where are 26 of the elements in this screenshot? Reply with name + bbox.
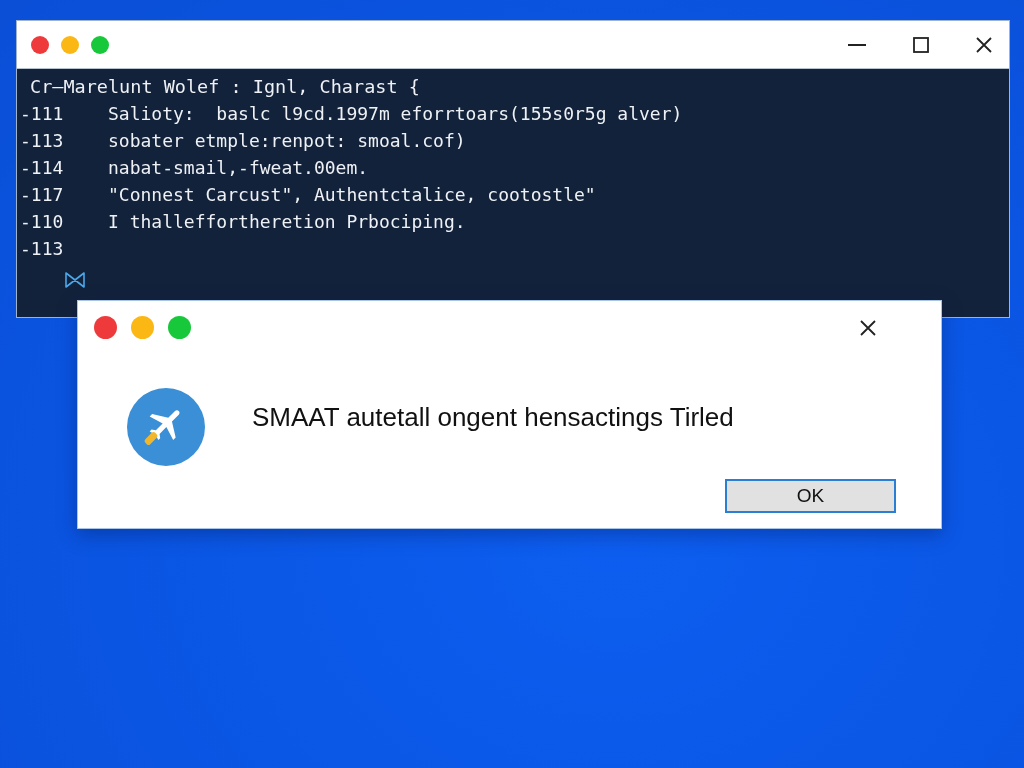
line-number: -113	[20, 129, 65, 153]
line-number: -111	[20, 102, 65, 126]
line-number: -117	[20, 183, 65, 207]
line-number: -113	[20, 237, 65, 261]
code-line: I thalleffortheretion Prbociping.	[108, 210, 466, 234]
code-line: nabat-smail,-fweat.00em.	[108, 156, 369, 180]
line-number: -114	[20, 156, 65, 180]
close-dot-icon[interactable]	[31, 35, 49, 54]
line-number: -110	[20, 210, 65, 234]
close-icon[interactable]	[860, 319, 876, 336]
bowtie-icon	[65, 272, 85, 288]
minimize-dot-icon[interactable]	[131, 316, 154, 339]
zoom-dot-icon[interactable]	[91, 35, 109, 54]
ok-button[interactable]: OK	[725, 479, 896, 513]
zoom-dot-icon[interactable]	[168, 316, 191, 339]
code-line: Salioty: baslc l9cd.1997m eforrtoars(155s0r5g alver)	[108, 102, 683, 126]
minimize-dot-icon[interactable]	[61, 35, 79, 54]
close-icon[interactable]	[976, 36, 992, 53]
minimize-icon[interactable]	[848, 43, 866, 46]
code-line: Cr—Marelunt Wolef : Ignl, Charast {	[30, 75, 420, 99]
maximize-icon[interactable]	[913, 36, 929, 53]
close-dot-icon[interactable]	[94, 316, 117, 339]
dialog-message: SMAAT autetall ongent hensactings Tirled	[252, 402, 734, 432]
code-line: sobater etmple:renpot: smoal.cof)	[108, 129, 466, 153]
code-line: "Connest Carcust", Authentctalice, cootostle"	[108, 183, 596, 207]
airplane-icon	[127, 388, 205, 466]
